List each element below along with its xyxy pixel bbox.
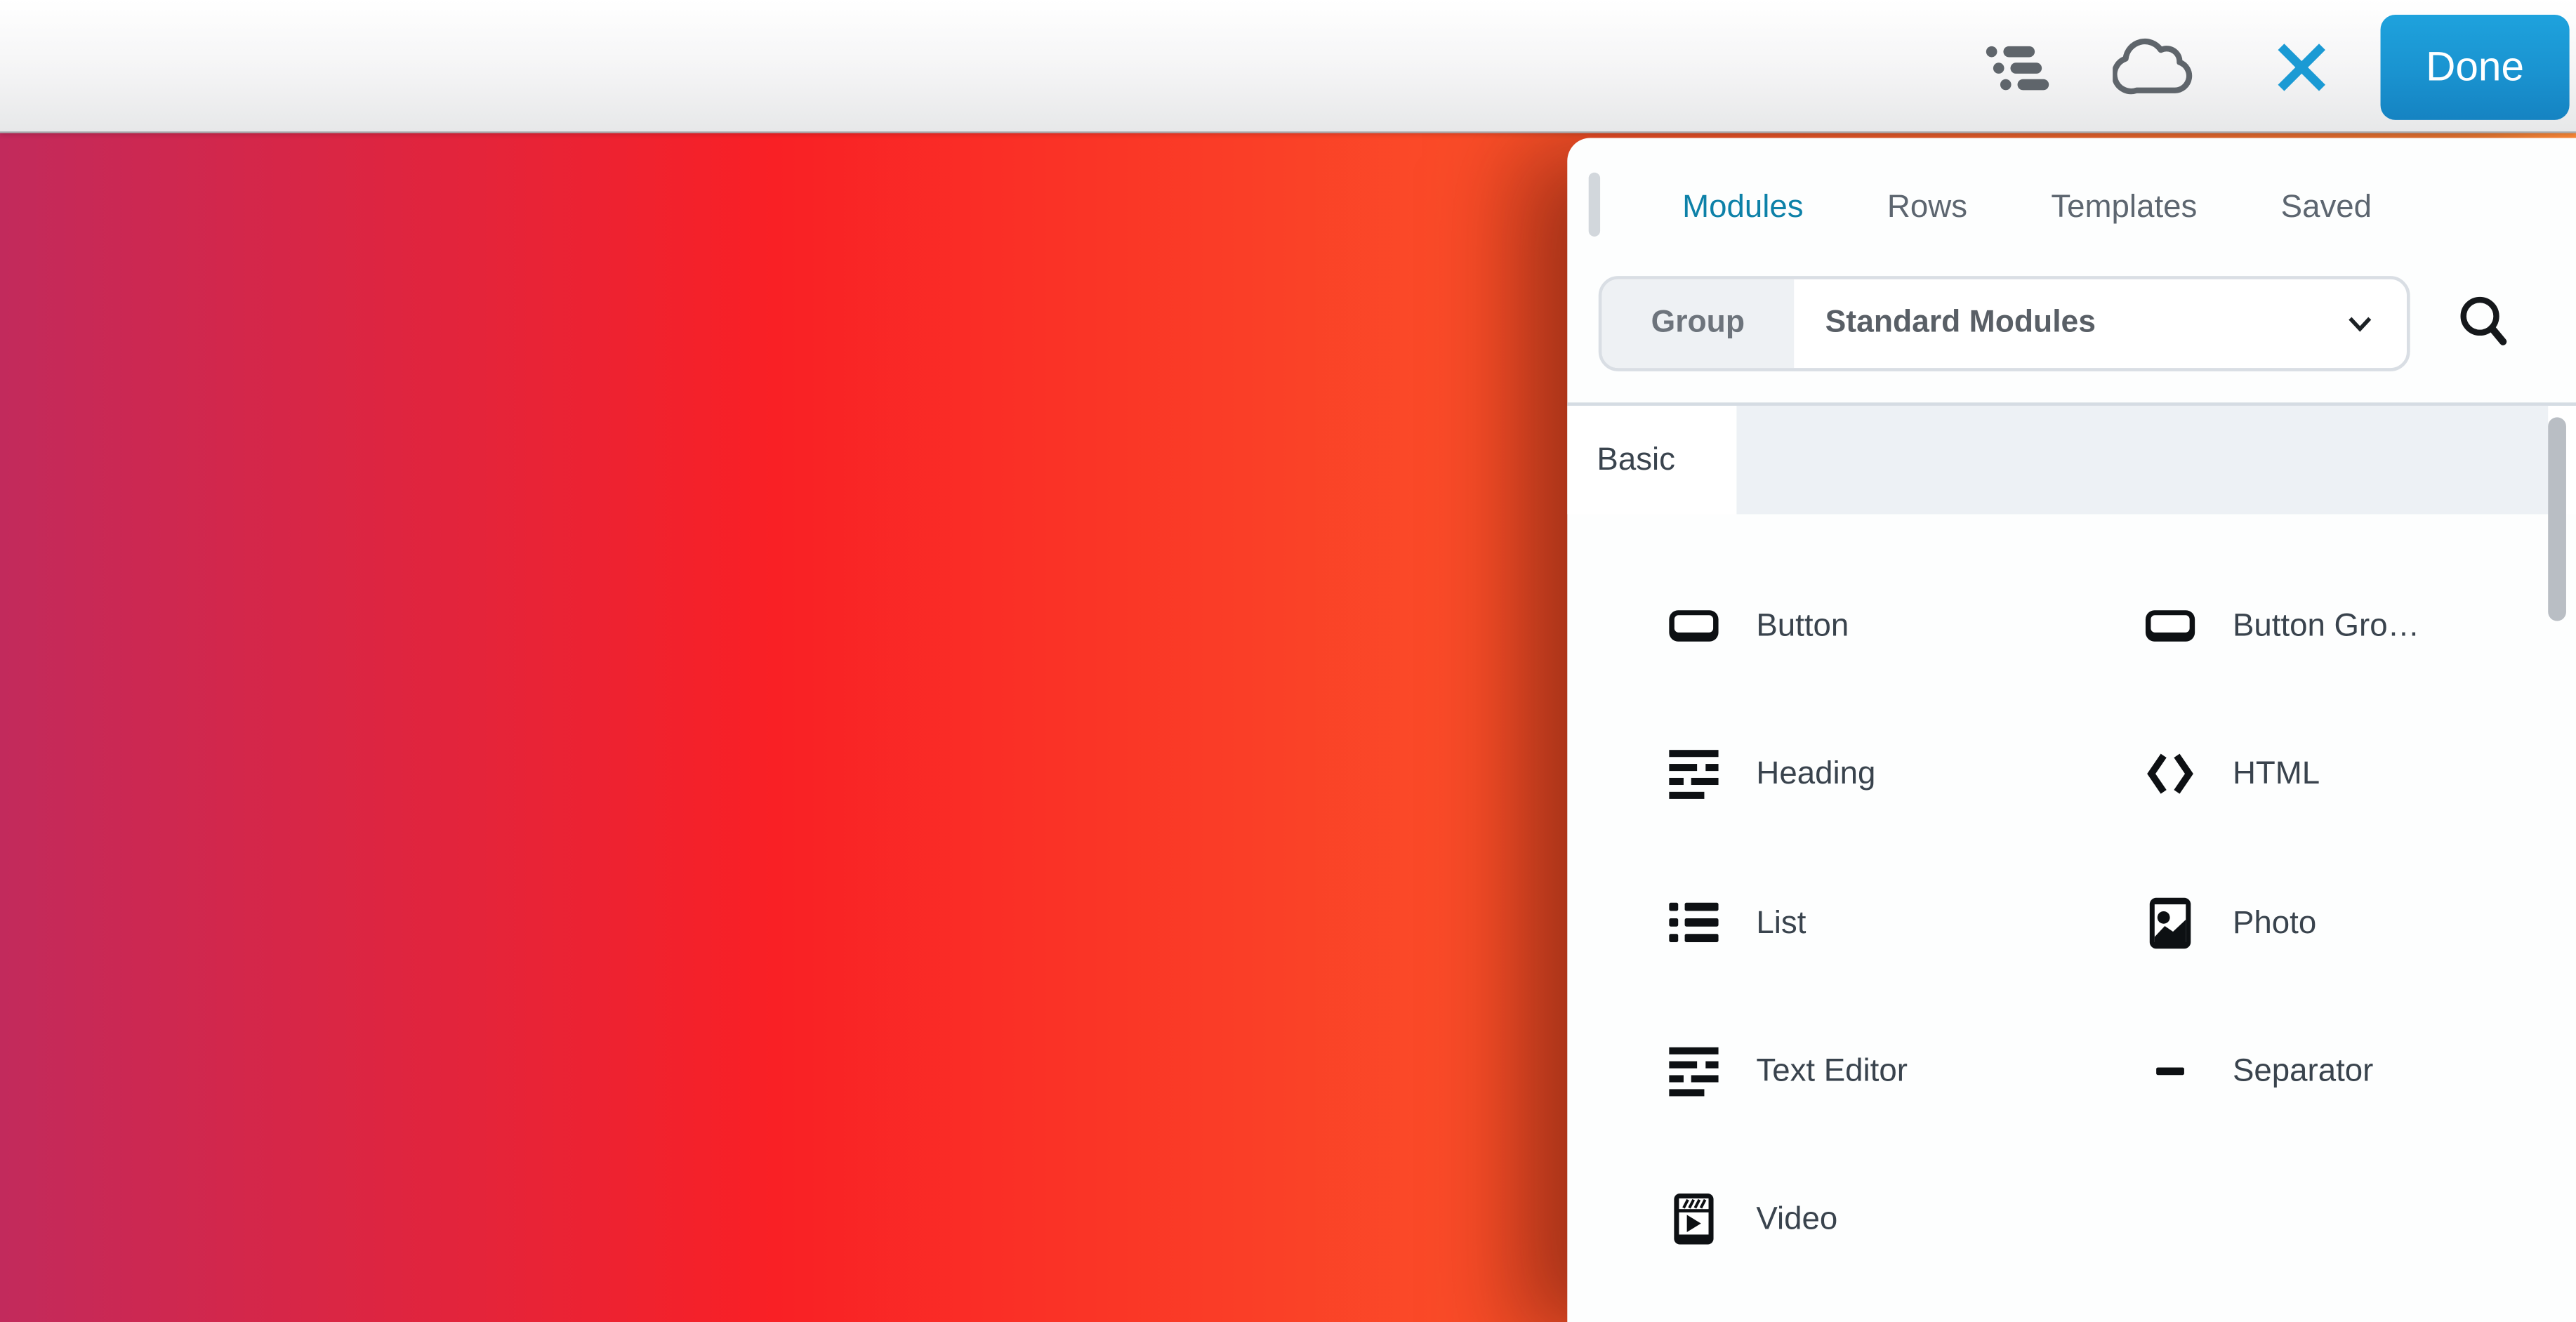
module-label: HTML <box>2233 755 2320 793</box>
html-icon <box>2142 746 2198 802</box>
close-button[interactable] <box>2266 33 2338 102</box>
module-button[interactable]: Button <box>1666 598 1849 654</box>
group-select-label: Group <box>1601 279 1794 368</box>
topbar: Done <box>0 0 2576 133</box>
outline-list-button[interactable] <box>1978 29 2060 105</box>
panel-tabs: Modules Rows Templates Saved <box>1682 138 2372 277</box>
cloud-icon <box>2113 33 2201 102</box>
photo-icon <box>2142 895 2198 951</box>
module-separator[interactable]: Separator <box>2142 1043 2373 1099</box>
category-tab-basic[interactable]: Basic <box>1567 406 1736 514</box>
outline-list-icon <box>1985 40 2054 94</box>
chevron-down-icon <box>2346 315 2374 333</box>
tab-modules[interactable]: Modules <box>1682 188 1803 226</box>
content-panel: Modules Rows Templates Saved Group Stand… <box>1567 138 2576 1322</box>
category-strip: Basic <box>1567 402 2576 514</box>
search-icon <box>2455 293 2517 355</box>
list-icon <box>1666 895 1722 951</box>
group-filter-row: Group Standard Modules <box>1599 276 2410 371</box>
separator-icon <box>2142 1043 2198 1099</box>
module-label: Button <box>1756 607 1849 645</box>
module-text-editor[interactable]: Text Editor <box>1666 1043 1908 1099</box>
module-label: List <box>1756 904 1806 942</box>
module-label: Button Gro… <box>2233 607 2419 645</box>
tab-rows[interactable]: Rows <box>1887 188 1967 226</box>
module-label: Separator <box>2233 1052 2373 1090</box>
builder-screen: Done Modules Rows Templates Saved Group … <box>0 0 2576 1322</box>
heading-icon <box>1666 746 1722 802</box>
text-editor-icon <box>1666 1043 1722 1099</box>
group-select[interactable]: Group Standard Modules <box>1599 276 2410 371</box>
module-label: Heading <box>1756 755 1875 793</box>
group-select-value: Standard Modules <box>1794 305 2096 341</box>
cloud-save-button[interactable] <box>2109 26 2205 108</box>
video-icon <box>1666 1191 1722 1247</box>
panel-drag-handle[interactable] <box>1589 173 1600 237</box>
module-heading[interactable]: Heading <box>1666 746 1876 802</box>
module-label: Photo <box>2233 904 2316 942</box>
module-label: Text Editor <box>1756 1052 1908 1090</box>
tab-templates[interactable]: Templates <box>2051 188 2197 226</box>
tab-saved[interactable]: Saved <box>2281 188 2372 226</box>
done-button[interactable]: Done <box>2381 15 2570 120</box>
module-list[interactable]: List <box>1666 895 1806 951</box>
category-tab-label: Basic <box>1597 441 1675 479</box>
button-icon <box>1666 598 1722 654</box>
module-button-group[interactable]: Button Gro… <box>2142 598 2419 654</box>
module-label: Video <box>1756 1200 1837 1238</box>
module-photo[interactable]: Photo <box>2142 895 2316 951</box>
close-icon <box>2273 39 2330 95</box>
search-button[interactable] <box>2453 291 2519 357</box>
module-html[interactable]: HTML <box>2142 746 2320 802</box>
module-video[interactable]: Video <box>1666 1191 1838 1247</box>
button-group-icon <box>2142 598 2198 654</box>
category-strip-background <box>1736 406 2548 514</box>
panel-scrollbar-thumb[interactable] <box>2548 417 2566 621</box>
